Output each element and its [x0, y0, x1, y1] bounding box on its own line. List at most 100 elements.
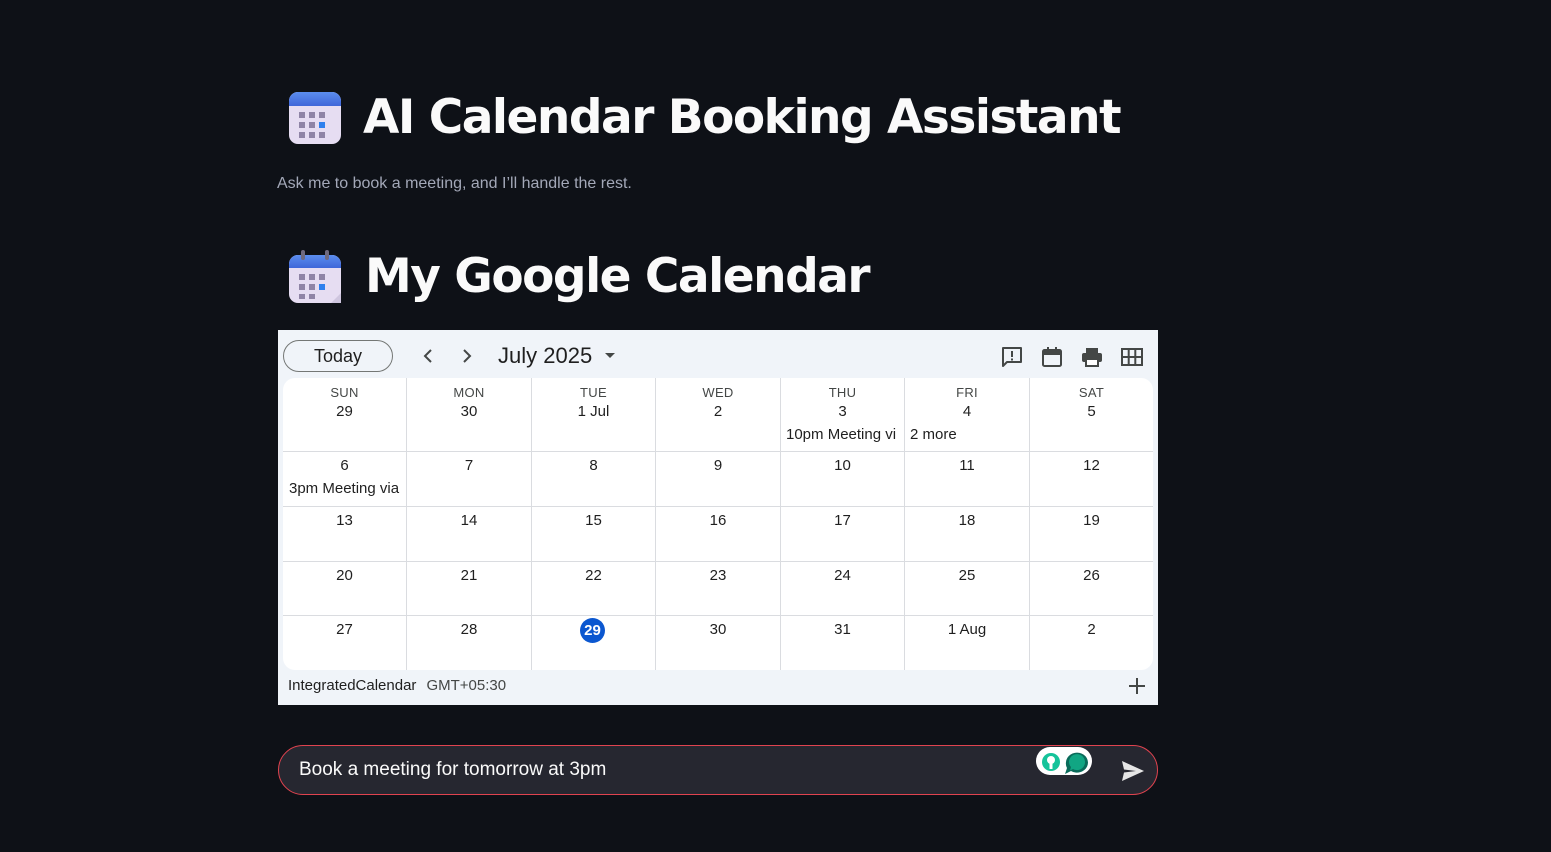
day-cell[interactable]: SAT 5 [1030, 378, 1153, 452]
calendar-view-icon[interactable] [1040, 345, 1064, 369]
day-number: 29 [336, 403, 353, 420]
day-cell[interactable]: THU 3 10pm Meeting vi [781, 378, 905, 452]
day-cell[interactable]: 6 3pm Meeting via [283, 452, 407, 507]
day-cell[interactable]: 18 [905, 507, 1030, 562]
day-number: 3 [838, 403, 847, 420]
day-cell[interactable]: 12 [1030, 452, 1153, 507]
weekday-label: FRI [956, 385, 978, 400]
day-number: 10 [834, 457, 851, 474]
day-number: 28 [460, 621, 478, 638]
day-number: 22 [585, 567, 602, 584]
print-icon[interactable] [1080, 345, 1104, 369]
more-events-link[interactable]: 2 more [910, 426, 1026, 443]
page-title: AI Calendar Booking Assistant [363, 90, 1122, 145]
caret-down-icon[interactable] [604, 352, 616, 360]
day-number: 17 [834, 512, 851, 529]
day-cell[interactable]: 21 [407, 562, 532, 616]
chat-input[interactable] [299, 758, 999, 782]
day-cell[interactable]: 9 [656, 452, 781, 507]
day-cell[interactable]: 31 [781, 616, 905, 670]
day-number: 6 [340, 457, 349, 474]
day-cell[interactable]: TUE 1 Jul [532, 378, 656, 452]
day-cell[interactable]: MON 30 [407, 378, 532, 452]
day-number: 7 [464, 457, 474, 474]
day-cell[interactable]: 27 [283, 616, 407, 670]
day-cell[interactable]: 15 [532, 507, 656, 562]
event-title: Meeting vi [827, 426, 897, 443]
day-cell[interactable]: 8 [532, 452, 656, 507]
day-cell[interactable]: 26 [1030, 562, 1153, 616]
day-cell[interactable]: 1 Aug [905, 616, 1030, 670]
day-cell-today[interactable]: 29 [532, 616, 656, 670]
chevron-left-icon[interactable] [418, 344, 438, 368]
day-number: 1 Aug [947, 621, 987, 638]
weekday-label: MON [453, 385, 485, 400]
chevron-right-icon[interactable] [457, 344, 477, 368]
day-cell[interactable]: 14 [407, 507, 532, 562]
day-number: 21 [460, 567, 478, 584]
day-number: 13 [336, 512, 353, 529]
page-subtitle: Ask me to book a meeting, and I’ll handl… [277, 175, 632, 192]
extension-glyphs-icon [1042, 752, 1088, 774]
day-cell[interactable]: 13 [283, 507, 407, 562]
event-chip[interactable]: 10pm Meeting vi [786, 426, 902, 443]
month-label[interactable]: July 2025 [498, 343, 592, 369]
day-number: 14 [460, 512, 478, 529]
weekday-label: SUN [330, 385, 359, 400]
weekday-label: SAT [1078, 385, 1105, 400]
day-cell[interactable]: 23 [656, 562, 781, 616]
day-cell[interactable]: 22 [532, 562, 656, 616]
day-number: 11 [959, 457, 975, 474]
today-button[interactable]: Today [283, 340, 393, 372]
day-number: 18 [958, 512, 976, 529]
feedback-icon[interactable] [1000, 345, 1024, 369]
day-number: 19 [1083, 512, 1100, 529]
day-cell[interactable]: 17 [781, 507, 905, 562]
day-cell[interactable]: 10 [781, 452, 905, 507]
day-cell[interactable]: SUN 29 [283, 378, 407, 452]
day-number: 12 [1083, 457, 1100, 474]
day-cell[interactable]: 20 [283, 562, 407, 616]
day-number: 2 [713, 403, 723, 420]
day-number: 15 [585, 512, 602, 529]
day-number: 4 [962, 403, 972, 420]
plus-icon[interactable] [1127, 676, 1147, 696]
day-cell[interactable]: 24 [781, 562, 905, 616]
section-title: My Google Calendar [365, 249, 871, 304]
day-number: 1 Jul [577, 403, 610, 420]
day-cell[interactable]: 19 [1030, 507, 1153, 562]
day-number: 30 [460, 403, 478, 420]
day-cell[interactable]: 2 [1030, 616, 1153, 670]
timezone-label: GMT+05:30 [426, 677, 507, 694]
event-time: 10pm [786, 426, 824, 443]
grammarly-extension-icon[interactable] [1036, 747, 1092, 775]
day-cell[interactable]: 25 [905, 562, 1030, 616]
day-cell[interactable]: 16 [656, 507, 781, 562]
day-cell[interactable]: WED 2 [656, 378, 781, 452]
event-chip[interactable]: 3pm Meeting via [289, 480, 406, 497]
weekday-label: TUE [580, 385, 607, 400]
day-cell[interactable]: FRI 4 2 more [905, 378, 1030, 452]
day-cell[interactable]: 11 [905, 452, 1030, 507]
day-number: 23 [709, 567, 727, 584]
day-number: 8 [589, 457, 598, 474]
day-number: 27 [336, 621, 353, 638]
day-cell[interactable]: 7 [407, 452, 532, 507]
day-cell[interactable]: 30 [656, 616, 781, 670]
day-number: 24 [834, 567, 851, 584]
event-time: 3pm [289, 480, 319, 497]
google-calendar-embed: Today July 2025 SUN 29 MON 30 TUE 1 Jul … [278, 330, 1158, 705]
calendar-toolbar: Today July 2025 [278, 330, 1158, 378]
chat-input-container [278, 745, 1158, 795]
day-cell[interactable]: 28 [407, 616, 532, 670]
send-icon[interactable] [1120, 759, 1146, 783]
day-number: 20 [336, 567, 353, 584]
page-header: AI Calendar Booking Assistant [287, 86, 1122, 150]
day-number: 31 [834, 621, 851, 638]
grid-view-icon[interactable] [1120, 345, 1144, 369]
weekday-label: THU [828, 385, 857, 400]
day-number: 5 [1087, 403, 1096, 420]
event-title: Meeting via [322, 480, 400, 497]
day-number: 9 [713, 457, 723, 474]
weekday-label: WED [702, 385, 734, 400]
